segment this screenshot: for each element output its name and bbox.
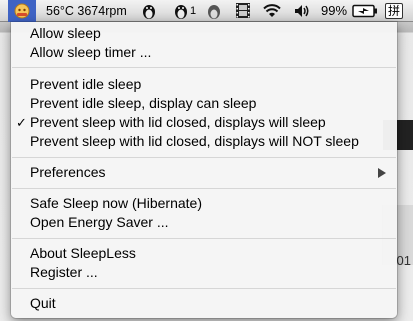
menu-item-label: Preferences: [30, 164, 106, 180]
menu-item-register[interactable]: Register ...: [11, 263, 397, 282]
menu-item-allow-sleep-timer[interactable]: Allow sleep timer ...: [11, 43, 397, 62]
checkmark-icon: ✓: [16, 115, 27, 130]
menu-item-label: Prevent sleep with lid closed, displays …: [30, 114, 326, 130]
menu-item-prevent-idle-display-sleep[interactable]: Prevent idle sleep, display can sleep: [11, 94, 397, 113]
menu-item-prevent-lid-displays-not-sleep[interactable]: Prevent sleep with lid closed, displays …: [11, 132, 397, 151]
film-strip-icon[interactable]: [235, 0, 251, 21]
sleepless-icon: [14, 3, 30, 19]
temperature-fan-readout[interactable]: 56°C 3674rpm: [46, 0, 127, 21]
sleepless-menu-extra[interactable]: [8, 0, 36, 22]
qq-penguin-icon[interactable]: [140, 0, 158, 21]
battery-charging-icon[interactable]: [352, 0, 378, 21]
menu-item-prevent-idle-sleep[interactable]: Prevent idle sleep: [11, 75, 397, 94]
menu-item-allow-sleep[interactable]: Allow sleep: [11, 24, 397, 43]
battery-percent[interactable]: 99%: [321, 0, 347, 21]
menu-item-preferences[interactable]: Preferences: [11, 163, 397, 182]
menu-item-prevent-lid-displays-sleep[interactable]: ✓ Prevent sleep with lid closed, display…: [11, 113, 397, 132]
input-method-label: 拼: [385, 2, 403, 19]
input-method-icon[interactable]: 拼: [385, 0, 403, 21]
menu-separator: [12, 288, 396, 289]
sleepless-dropdown-menu: Allow sleep Allow sleep timer ... Preven…: [11, 22, 397, 318]
menu-item-about[interactable]: About SleepLess: [11, 244, 397, 263]
wifi-icon[interactable]: [262, 0, 282, 21]
menu-item-open-energy-saver[interactable]: Open Energy Saver ...: [11, 213, 397, 232]
menu-separator: [12, 67, 396, 68]
menu-separator: [12, 188, 396, 189]
menu-item-safe-sleep-now[interactable]: Safe Sleep now (Hibernate): [11, 194, 397, 213]
submenu-arrow-icon: [378, 168, 386, 178]
qq-notification-icon[interactable]: 1: [172, 0, 196, 21]
menu-bar: 56°C 3674rpm 1 99% 拼: [0, 0, 413, 22]
menu-separator: [12, 157, 396, 158]
volume-icon[interactable]: [293, 0, 311, 21]
background-text: 01: [396, 253, 411, 268]
menu-separator: [12, 238, 396, 239]
qq-badge-count: 1: [190, 4, 197, 17]
qq-gray-icon[interactable]: [205, 0, 223, 21]
menu-item-quit[interactable]: Quit: [11, 294, 397, 313]
